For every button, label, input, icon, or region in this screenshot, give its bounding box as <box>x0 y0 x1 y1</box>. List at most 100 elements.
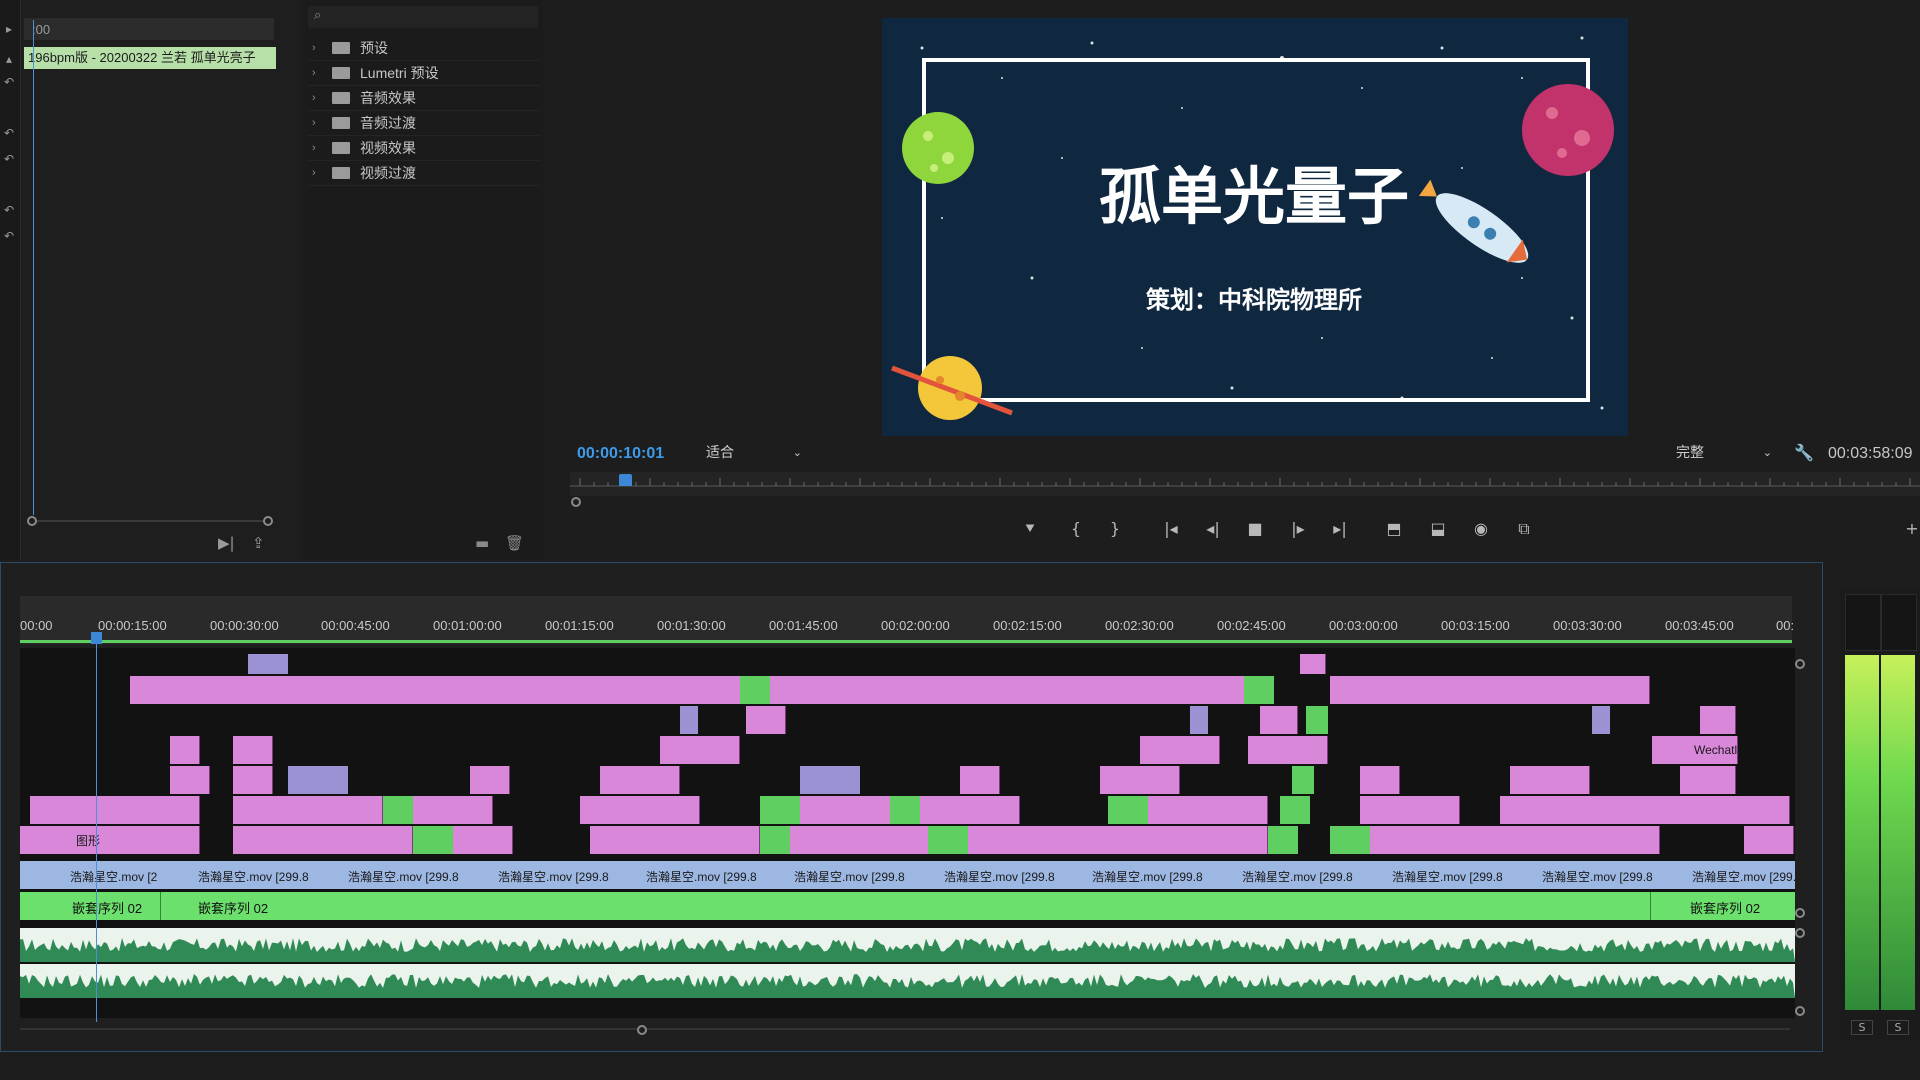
effects-search-input[interactable]: ⌕ <box>308 6 538 28</box>
source-clip[interactable]: 196bpm版 - 20200322 兰若 孤单光亮子 <box>24 47 276 69</box>
video-clip[interactable] <box>1280 796 1310 824</box>
video-clip[interactable] <box>1700 706 1736 734</box>
fit-select[interactable]: 适合 ⌄ <box>706 440 808 466</box>
stop-icon[interactable]: ■ <box>1243 519 1267 538</box>
video-clip[interactable] <box>1300 654 1326 674</box>
timeline-playhead[interactable] <box>91 632 102 644</box>
video-clip[interactable] <box>470 766 510 794</box>
video-clip[interactable] <box>680 706 698 734</box>
chevron-right-icon[interactable]: › <box>312 61 316 85</box>
video-clip[interactable] <box>1592 706 1610 734</box>
chevron-right-icon[interactable]: › <box>312 111 316 135</box>
source-zoom-scrollbar[interactable] <box>32 520 272 522</box>
undo-icon[interactable]: ↶ <box>2 152 16 166</box>
step-back-icon[interactable]: ◂| <box>1201 519 1225 538</box>
track-scroll-handle[interactable] <box>1795 908 1805 918</box>
video-clip[interactable] <box>383 796 413 824</box>
audio-track-1[interactable] <box>20 928 1795 962</box>
video-clip[interactable] <box>660 736 740 764</box>
work-area-bar[interactable] <box>20 640 1792 643</box>
go-to-in-icon[interactable]: |◂ <box>1159 519 1183 538</box>
video-clip[interactable] <box>740 676 770 704</box>
effects-item-video-effects[interactable]: › 视频效果 <box>308 136 540 161</box>
video-clip[interactable] <box>1140 736 1220 764</box>
video-clip[interactable] <box>1108 796 1148 824</box>
play-icon[interactable]: ▸ <box>2 22 16 36</box>
chevron-right-icon[interactable]: › <box>312 86 316 110</box>
video-clip[interactable] <box>413 826 453 854</box>
video-clip[interactable] <box>760 796 800 824</box>
scroll-handle-right[interactable] <box>263 516 273 526</box>
video-clip[interactable] <box>1360 796 1460 824</box>
video-clip[interactable] <box>170 766 210 794</box>
video-clip[interactable] <box>453 826 513 854</box>
video-clip[interactable] <box>1500 796 1790 824</box>
video-clip[interactable] <box>1100 766 1180 794</box>
nested-sequence-track[interactable]: 嵌套序列 02 嵌套序列 02 嵌套序列 02 <box>20 892 1795 920</box>
video-clip[interactable] <box>30 796 200 824</box>
source-ruler[interactable] <box>24 18 274 40</box>
video-clip[interactable] <box>233 826 413 854</box>
add-marker-icon[interactable]: ⯆ <box>1018 519 1042 539</box>
starfield-track[interactable]: 浩瀚星空.mov [2 浩瀚星空.mov [299.8 浩瀚星空.mov [29… <box>20 861 1796 889</box>
solo-left-button[interactable]: S <box>1851 1020 1873 1035</box>
program-scroll-handle[interactable] <box>571 497 581 507</box>
video-clip[interactable] <box>770 676 1260 704</box>
video-clip[interactable] <box>1248 736 1328 764</box>
export-frame-icon[interactable]: ⇪ <box>252 534 265 552</box>
chevron-right-icon[interactable]: › <box>312 161 316 185</box>
video-clip[interactable] <box>1330 826 1370 854</box>
video-clip[interactable] <box>1744 826 1794 854</box>
track-scroll-handle[interactable] <box>1795 1006 1805 1016</box>
undo-icon[interactable]: ↶ <box>2 203 16 217</box>
video-clip[interactable] <box>1268 826 1298 854</box>
video-clip[interactable] <box>746 706 786 734</box>
effects-item-audio-transitions[interactable]: › 音频过渡 <box>308 111 540 136</box>
quality-select[interactable]: 完整 ⌄ <box>1676 440 1778 466</box>
video-clip[interactable] <box>233 796 383 824</box>
video-clip[interactable] <box>920 796 1020 824</box>
new-bin-icon[interactable]: ▬ <box>475 534 489 552</box>
solo-right-button[interactable]: S <box>1887 1020 1909 1035</box>
extract-icon[interactable]: ⬓ <box>1426 519 1450 538</box>
video-clip[interactable] <box>1260 706 1298 734</box>
wrench-icon[interactable]: 🔧 <box>1794 443 1814 462</box>
program-timecode[interactable]: 00:00:10:01 <box>577 445 664 463</box>
timeline-scrollbar[interactable] <box>20 1028 1790 1030</box>
video-clip[interactable] <box>800 766 860 794</box>
timeline-playhead-line[interactable] <box>96 632 97 1022</box>
video-clip[interactable] <box>1148 796 1268 824</box>
video-clip[interactable] <box>233 736 273 764</box>
video-clip[interactable] <box>1510 766 1590 794</box>
video-clip[interactable] <box>1244 676 1274 704</box>
timeline-scroll-handle[interactable] <box>637 1025 647 1035</box>
video-tracks-area[interactable]: Wechatl 图形 <box>20 648 1795 1018</box>
video-clip[interactable] <box>928 826 968 854</box>
video-clip[interactable] <box>960 766 1000 794</box>
video-clip[interactable] <box>288 766 348 794</box>
program-playhead[interactable] <box>619 474 632 486</box>
up-arrow-icon[interactable]: ▴ <box>2 52 16 66</box>
video-clip[interactable] <box>600 766 680 794</box>
video-clip[interactable] <box>1292 766 1314 794</box>
chevron-right-icon[interactable]: › <box>312 136 316 160</box>
undo-icon[interactable]: ↶ <box>2 126 16 140</box>
video-clip[interactable] <box>580 796 700 824</box>
track-scroll-handle[interactable] <box>1795 659 1805 669</box>
video-clip[interactable] <box>1330 676 1650 704</box>
insert-icon[interactable]: ▶| <box>218 534 235 552</box>
undo-icon[interactable]: ↶ <box>2 75 16 89</box>
camera-icon[interactable]: ◉ <box>1469 519 1493 538</box>
effects-item-video-transitions[interactable]: › 视频过渡 <box>308 161 540 186</box>
lift-icon[interactable]: ⬒ <box>1382 519 1406 538</box>
trash-icon[interactable]: 🗑 <box>505 534 524 552</box>
video-clip[interactable] <box>1360 766 1400 794</box>
scroll-handle-left[interactable] <box>27 516 37 526</box>
undo-icon[interactable]: ↶ <box>2 229 16 243</box>
video-clip[interactable] <box>790 826 940 854</box>
effects-item-audio-effects[interactable]: › 音频效果 <box>308 86 540 111</box>
video-clip[interactable] <box>170 736 200 764</box>
video-clip[interactable] <box>760 826 790 854</box>
mark-out-icon[interactable]: } <box>1103 519 1127 538</box>
video-clip[interactable] <box>1370 826 1660 854</box>
